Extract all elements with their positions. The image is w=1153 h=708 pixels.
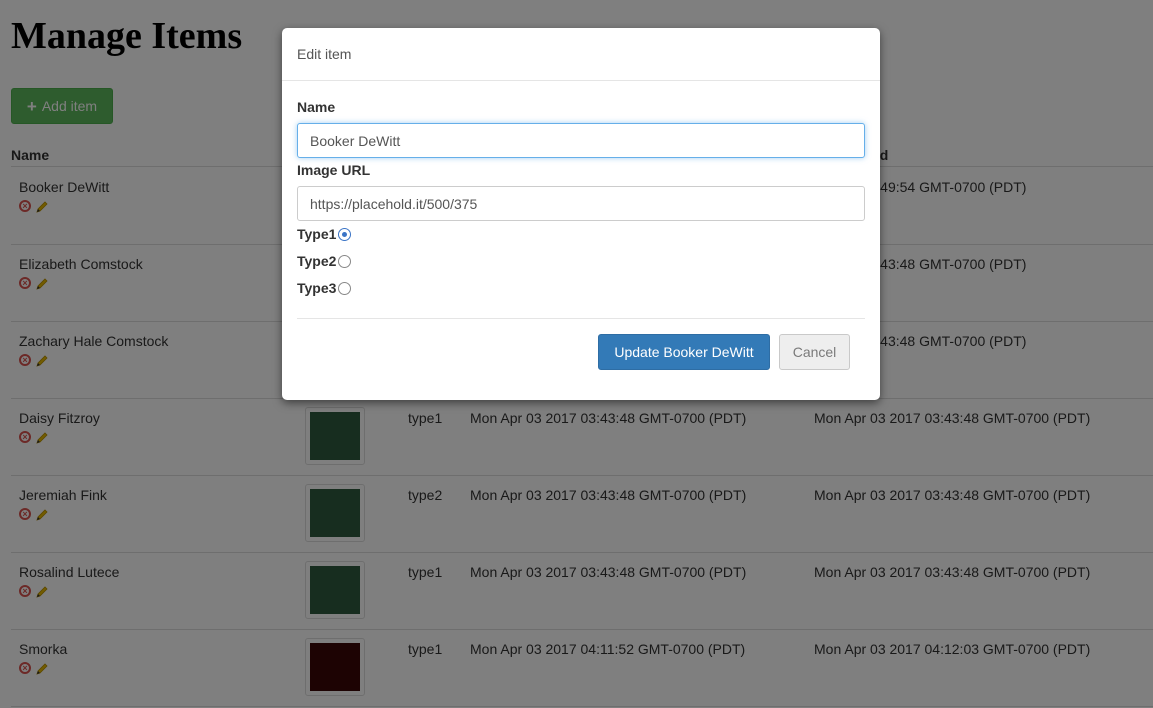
type2-option[interactable]: Type2	[297, 253, 352, 269]
type1-radio[interactable]	[338, 227, 352, 241]
type3-label: Type3	[297, 280, 337, 296]
type3-option[interactable]: Type3	[297, 280, 352, 296]
type1-option[interactable]: Type1	[297, 226, 352, 242]
modal-footer-divider	[297, 318, 865, 319]
modal-header-divider	[282, 80, 880, 81]
type3-radio[interactable]	[338, 281, 352, 295]
type1-label: Type1	[297, 226, 337, 242]
image-url-input[interactable]	[297, 186, 865, 221]
name-input[interactable]	[297, 123, 865, 158]
update-button[interactable]: Update Booker DeWitt	[598, 334, 770, 370]
name-label: Name	[297, 99, 336, 115]
image-url-label: Image URL	[297, 162, 371, 178]
type2-label: Type2	[297, 253, 337, 269]
edit-item-modal: Edit item Name Image URL Type1 Type2 Typ…	[282, 28, 880, 400]
type2-radio[interactable]	[338, 254, 352, 268]
cancel-button[interactable]: Cancel	[779, 334, 850, 370]
manage-items-page: Manage Items + Add item Name ed Booker D…	[0, 0, 1153, 708]
modal-title: Edit item	[297, 46, 352, 62]
